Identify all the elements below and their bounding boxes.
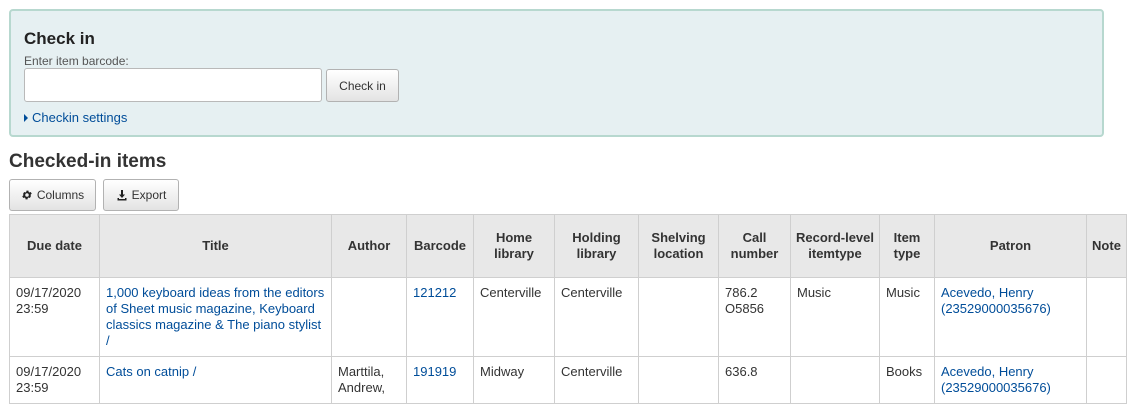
checked-in-items-title: Checked-in items xyxy=(9,151,167,172)
cell-holding-library: Centerville xyxy=(554,277,639,357)
cell-holding-library: Centerville xyxy=(554,356,639,404)
cell-author xyxy=(331,277,407,357)
title-link[interactable]: Cats on catnip / xyxy=(106,364,196,379)
download-icon xyxy=(117,190,127,201)
table-row: 09/17/2020 23:59 Cats on catnip / Martti… xyxy=(9,356,1127,404)
cell-title: 1,000 keyboard ideas from the editors of… xyxy=(99,277,332,357)
header-home-library[interactable]: Home library xyxy=(473,214,555,278)
barcode-input[interactable] xyxy=(24,68,322,102)
patron-link[interactable]: Acevedo, Henry (23529000035676) xyxy=(941,285,1051,316)
header-call-number[interactable]: Call number xyxy=(718,214,791,278)
cell-call-number: 636.8 xyxy=(718,356,791,404)
header-title[interactable]: Title xyxy=(99,214,332,278)
cell-author: Marttila, Andrew, xyxy=(331,356,407,404)
cell-patron: Acevedo, Henry (23529000035676) xyxy=(934,356,1087,404)
gear-icon xyxy=(22,190,32,200)
cell-home-library: Midway xyxy=(473,356,555,404)
title-link[interactable]: 1,000 keyboard ideas from the editors of… xyxy=(106,285,324,348)
barcode-link[interactable]: 191919 xyxy=(413,364,456,379)
cell-item-type: Books xyxy=(879,356,935,404)
columns-button[interactable]: Columns xyxy=(9,179,96,211)
checked-in-items-table: Due date Title Author Barcode Home libra… xyxy=(9,214,1127,404)
export-button[interactable]: Export xyxy=(103,179,179,211)
cell-barcode: 191919 xyxy=(406,356,474,404)
table-row: 09/17/2020 23:59 1,000 keyboard ideas fr… xyxy=(9,277,1127,357)
checkin-settings-label: Checkin settings xyxy=(32,110,128,125)
header-item-type[interactable]: Item type xyxy=(879,214,935,278)
header-due-date[interactable]: Due date xyxy=(9,214,100,278)
header-holding-library[interactable]: Holding library xyxy=(554,214,639,278)
cell-record-itemtype xyxy=(790,356,880,404)
patron-link[interactable]: Acevedo, Henry (23529000035676) xyxy=(941,364,1051,395)
export-button-label: Export xyxy=(131,188,167,202)
checkin-settings-link[interactable]: Checkin settings xyxy=(24,110,127,125)
cell-shelving-location xyxy=(638,356,719,404)
cell-call-number: 786.2 O5856 xyxy=(718,277,791,357)
cell-home-library: Centerville xyxy=(473,277,555,357)
barcode-label: Enter item barcode: xyxy=(24,54,129,68)
cell-item-type: Music xyxy=(879,277,935,357)
header-note[interactable]: Note xyxy=(1086,214,1127,278)
cell-shelving-location xyxy=(638,277,719,357)
checkin-title: Check in xyxy=(24,29,95,48)
header-record-itemtype[interactable]: Record-level itemtype xyxy=(790,214,880,278)
cell-due-date: 09/17/2020 23:59 xyxy=(9,356,100,404)
columns-button-label: Columns xyxy=(36,188,85,202)
caret-right-icon xyxy=(24,113,28,122)
cell-patron: Acevedo, Henry (23529000035676) xyxy=(934,277,1087,357)
checkin-button[interactable]: Check in xyxy=(326,69,399,102)
barcode-link[interactable]: 121212 xyxy=(413,285,456,300)
checkin-panel: Check in Enter item barcode: Check in Ch… xyxy=(9,9,1104,137)
header-author[interactable]: Author xyxy=(331,214,407,278)
cell-note xyxy=(1086,277,1127,357)
header-shelving-location[interactable]: Shelving location xyxy=(638,214,719,278)
cell-title: Cats on catnip / xyxy=(99,356,332,404)
header-barcode[interactable]: Barcode xyxy=(406,214,474,278)
cell-note xyxy=(1086,356,1127,404)
table-header-row: Due date Title Author Barcode Home libra… xyxy=(9,214,1127,278)
header-patron[interactable]: Patron xyxy=(934,214,1087,278)
cell-due-date: 09/17/2020 23:59 xyxy=(9,277,100,357)
cell-record-itemtype: Music xyxy=(790,277,880,357)
cell-barcode: 121212 xyxy=(406,277,474,357)
